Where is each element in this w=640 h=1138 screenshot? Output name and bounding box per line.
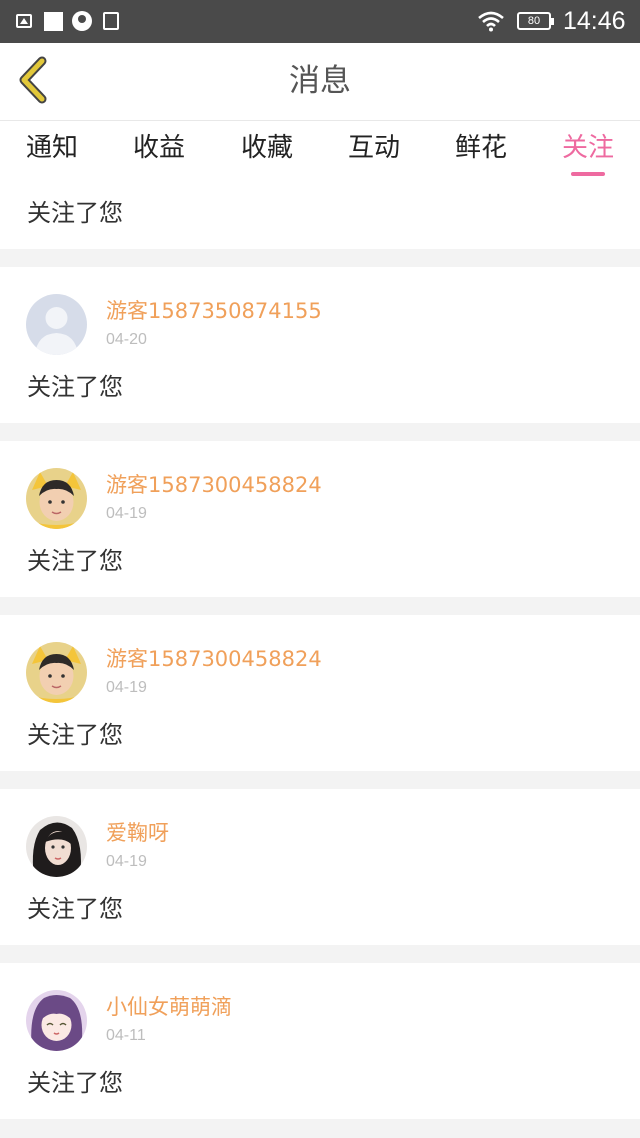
username[interactable]: 游客1587300458824	[106, 471, 322, 499]
image-icon	[16, 14, 32, 28]
username[interactable]: 游客1587350874155	[106, 297, 322, 325]
list-item[interactable]: 爱鞠呀 04-19 关注了您	[0, 789, 640, 945]
message-date: 04-20	[106, 331, 147, 348]
message-date: 04-19	[106, 679, 147, 696]
status-bar: 80 14:46	[0, 0, 640, 43]
tab-earnings[interactable]: 收益	[119, 121, 199, 179]
header: 消息	[0, 43, 640, 120]
message-text: 关注了您	[27, 547, 123, 575]
message-date: 04-19	[106, 853, 147, 870]
message-text: 关注了您	[27, 1069, 123, 1097]
screenshot-icon	[103, 12, 119, 30]
message-text: 关注了您	[27, 373, 123, 401]
clock: 14:46	[563, 7, 626, 35]
page-title: 消息	[289, 63, 351, 99]
default-avatar[interactable]	[26, 294, 87, 355]
list-item[interactable]: 游客1587350874155 04-20 关注了您	[0, 267, 640, 423]
tab-bar: 通知 收益 收藏 互动 鲜花 关注	[0, 120, 640, 182]
girl-avatar[interactable]	[26, 816, 87, 877]
boy-avatar[interactable]	[26, 468, 87, 529]
tab-notifications[interactable]: 通知	[12, 121, 92, 179]
username[interactable]: 游客1587300458824	[106, 645, 322, 673]
boy-avatar[interactable]	[26, 642, 87, 703]
globe-icon	[72, 11, 92, 31]
message-text: 关注了您	[27, 199, 123, 227]
battery-icon: 80	[517, 12, 554, 30]
username[interactable]: 爱鞠呀	[106, 819, 169, 847]
message-text: 关注了您	[27, 721, 123, 749]
tab-interactions[interactable]: 互动	[334, 121, 414, 179]
message-text: 关注了您	[27, 895, 123, 923]
active-tab-indicator	[571, 172, 605, 176]
chevron-left-icon[interactable]	[12, 55, 62, 105]
message-date: 04-11	[106, 1027, 146, 1044]
wifi-icon	[478, 11, 504, 32]
tab-flowers[interactable]: 鲜花	[441, 121, 521, 179]
list-item[interactable]: 关注了您	[0, 182, 640, 249]
list-item[interactable]: 游客1587300458824 04-19 关注了您	[0, 615, 640, 771]
username[interactable]: 小仙女萌萌滴	[106, 993, 232, 1021]
list-item[interactable]: 小仙女萌萌滴 04-11 关注了您	[0, 963, 640, 1119]
message-date: 04-19	[106, 505, 147, 522]
list-item[interactable]: 游客1587300458824 04-19 关注了您	[0, 441, 640, 597]
square-icon	[44, 12, 63, 31]
battery-level: 80	[527, 15, 541, 27]
tab-favorites[interactable]: 收藏	[227, 121, 307, 179]
anime-avatar[interactable]	[26, 990, 87, 1051]
tab-follows[interactable]: 关注	[548, 121, 628, 179]
